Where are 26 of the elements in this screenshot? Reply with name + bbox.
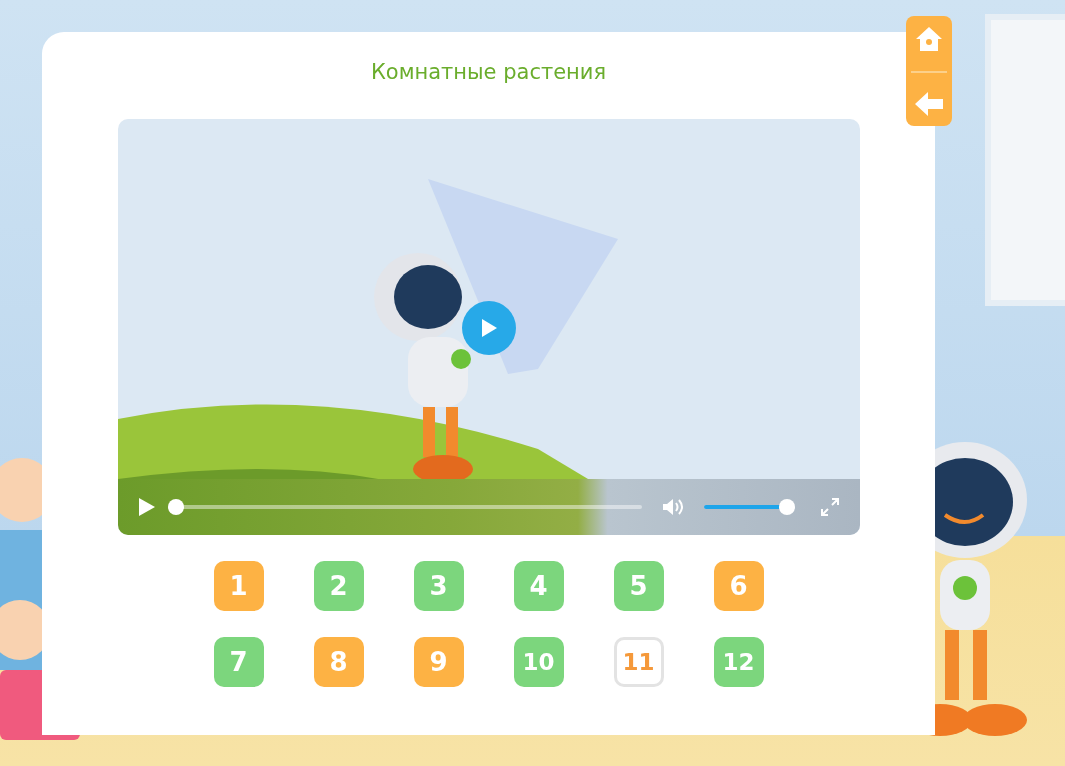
home-button[interactable] xyxy=(915,25,943,53)
back-arrow-icon xyxy=(914,91,944,117)
play-icon xyxy=(137,497,156,517)
lesson-button[interactable]: 6 xyxy=(713,561,764,611)
play-button[interactable] xyxy=(137,497,156,517)
volume-button[interactable] xyxy=(661,498,684,516)
fullscreen-button[interactable] xyxy=(819,497,840,517)
page-title: Комнатные растения xyxy=(370,60,607,84)
lesson-button[interactable]: 3 xyxy=(413,561,464,611)
play-icon xyxy=(479,318,498,338)
play-button[interactable] xyxy=(461,301,516,355)
lesson-button[interactable]: 1 xyxy=(213,561,264,611)
home-icon xyxy=(915,25,943,53)
lesson-button[interactable]: 2 xyxy=(313,561,364,611)
back-button[interactable] xyxy=(914,91,944,117)
lesson-button[interactable]: 11 xyxy=(613,637,664,687)
lesson-button[interactable]: 4 xyxy=(513,561,564,611)
lesson-button[interactable]: 12 xyxy=(713,637,764,687)
lesson-button[interactable]: 5 xyxy=(613,561,664,611)
fullscreen-icon xyxy=(819,497,840,517)
lesson-button[interactable]: 8 xyxy=(313,637,364,687)
speaker-icon xyxy=(661,498,684,516)
lesson-button[interactable]: 10 xyxy=(513,637,564,687)
lesson-button[interactable]: 9 xyxy=(413,637,464,687)
lesson-button[interactable]: 7 xyxy=(213,637,264,687)
video-player[interactable] xyxy=(117,119,860,535)
